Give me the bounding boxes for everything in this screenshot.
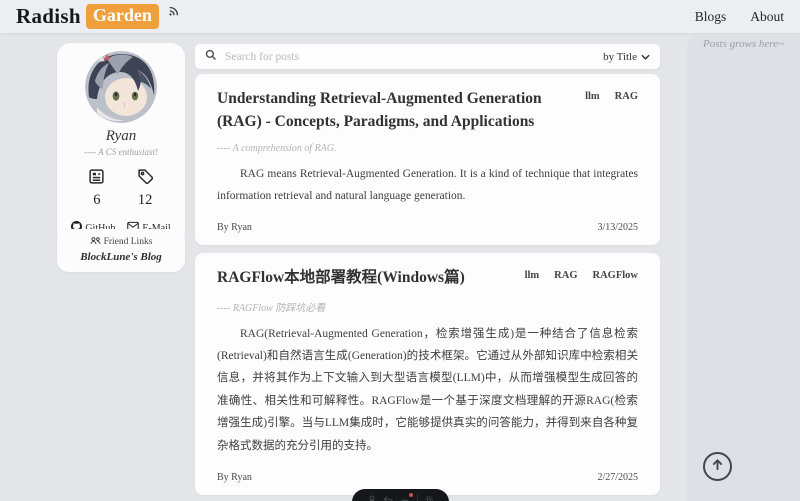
search-bar: by Title bbox=[195, 44, 660, 69]
stat-posts[interactable]: 6 bbox=[88, 168, 105, 209]
profile-name: Ryan bbox=[57, 128, 185, 145]
post-author: By Ryan bbox=[217, 472, 252, 483]
site-logo-primary: Radish bbox=[16, 4, 81, 29]
post-head: Understanding Retrieval-Augmented Genera… bbox=[217, 87, 638, 134]
posts-count: 6 bbox=[93, 192, 100, 209]
tag-icon bbox=[137, 168, 154, 190]
dock-notification-icon[interactable] bbox=[400, 495, 410, 501]
dock-user-icon[interactable] bbox=[367, 495, 377, 501]
post-footer: By Ryan 2/27/2025 bbox=[217, 472, 638, 483]
chevron-down-icon bbox=[641, 51, 650, 63]
search-icon bbox=[205, 48, 217, 66]
friends-icon bbox=[90, 236, 101, 248]
nav-about[interactable]: About bbox=[750, 9, 784, 25]
arrow-up-icon bbox=[711, 458, 724, 476]
scroll-to-top-button[interactable] bbox=[703, 452, 732, 481]
post-date: 2/27/2025 bbox=[597, 472, 638, 483]
post-title[interactable]: RAGFlow本地部署教程(Windows篇) bbox=[217, 266, 465, 289]
site-logo[interactable]: Radish Garden bbox=[16, 4, 180, 29]
posts-icon bbox=[88, 168, 105, 190]
friend-links-title: Friend Links bbox=[104, 237, 153, 247]
post-head: RAGFlow本地部署教程(Windows篇) llm RAG RAGFlow bbox=[217, 266, 638, 289]
post-tag[interactable]: RAGFlow bbox=[593, 270, 639, 281]
sort-selector[interactable]: by Title bbox=[603, 51, 650, 63]
post-subtitle: ---- RAGFlow 防踩坑必看 bbox=[217, 299, 638, 314]
search-input[interactable] bbox=[225, 51, 603, 63]
posts-list: Understanding Retrieval-Augmented Genera… bbox=[195, 74, 660, 501]
right-gutter-panel: Posts grows here~ bbox=[687, 36, 800, 501]
post-title[interactable]: Understanding Retrieval-Augmented Genera… bbox=[217, 87, 569, 134]
dock-settings-icon[interactable] bbox=[424, 495, 434, 501]
post-subtitle: ---- A comprehension of RAG. bbox=[217, 143, 638, 154]
top-header: Radish Garden Blogs About bbox=[0, 0, 800, 33]
nav-blogs[interactable]: Blogs bbox=[695, 9, 727, 25]
friend-link-blocklune[interactable]: BlockLune's Blog bbox=[57, 251, 185, 263]
gutter-note: Posts grows here~ bbox=[687, 38, 800, 50]
post-excerpt: RAG means Retrieval-Augmented Generation… bbox=[217, 163, 638, 208]
post-excerpt: RAG(Retrieval-Augmented Generation，检索增强生… bbox=[217, 323, 638, 458]
post-date: 3/13/2025 bbox=[597, 222, 638, 233]
post-tag[interactable]: RAG bbox=[615, 91, 638, 102]
post-tag[interactable]: RAG bbox=[554, 270, 577, 281]
post-tag[interactable]: llm bbox=[585, 91, 600, 102]
post-card[interactable]: Understanding Retrieval-Augmented Genera… bbox=[195, 74, 660, 245]
sort-label: by Title bbox=[603, 51, 637, 63]
friend-links-card: Friend Links BlockLune's Blog bbox=[57, 229, 185, 272]
notification-badge bbox=[409, 493, 413, 497]
post-tags: llm RAG bbox=[585, 87, 638, 102]
post-footer: By Ryan 3/13/2025 bbox=[217, 222, 638, 233]
friend-links-header: Friend Links bbox=[57, 236, 185, 248]
header-nav: Blogs About bbox=[695, 9, 784, 25]
avatar[interactable] bbox=[85, 51, 157, 123]
post-author: By Ryan bbox=[217, 222, 252, 233]
profile-tagline: ---- A CS enthusiast! bbox=[57, 147, 185, 157]
post-tags: llm RAG RAGFlow bbox=[525, 266, 638, 281]
dock-share-icon[interactable] bbox=[383, 495, 393, 501]
post-card[interactable]: RAGFlow本地部署教程(Windows篇) llm RAG RAGFlow … bbox=[195, 253, 660, 495]
dock-divider bbox=[417, 494, 418, 501]
profile-card: Ryan ---- A CS enthusiast! 6 12 GitHub bbox=[57, 43, 185, 247]
site-logo-accent: Garden bbox=[86, 4, 159, 29]
profile-stats: 6 12 bbox=[57, 168, 185, 209]
stat-tags[interactable]: 12 bbox=[137, 168, 154, 209]
bottom-dock bbox=[352, 489, 449, 501]
post-tag[interactable]: llm bbox=[525, 270, 540, 281]
rss-icon[interactable] bbox=[168, 4, 180, 22]
tags-count: 12 bbox=[138, 192, 153, 209]
